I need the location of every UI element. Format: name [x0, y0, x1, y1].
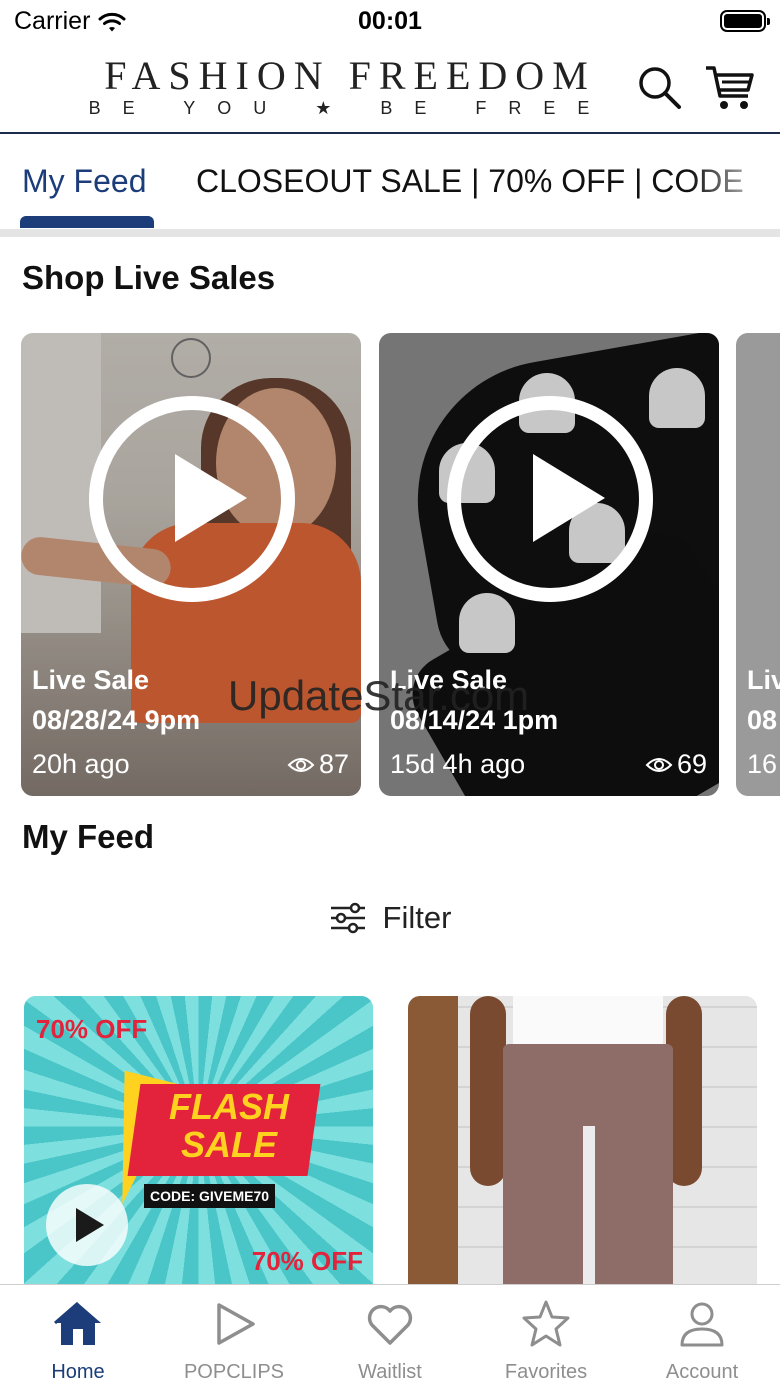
eye-icon: [645, 757, 673, 772]
view-count: 87: [287, 749, 349, 780]
live-sale-ago: 16: [747, 749, 778, 779]
play-icon: [217, 1303, 255, 1345]
play-button[interactable]: [89, 396, 295, 602]
live-sale-date: 08/28/24 9pm: [32, 705, 201, 735]
nav-popclips[interactable]: POPCLIPS: [156, 1285, 312, 1387]
nav-favorites-label: Favorites: [504, 1361, 588, 1383]
live-sale-card-partial[interactable]: Liv 08 16: [736, 333, 780, 796]
search-icon: [639, 67, 681, 109]
filter-button[interactable]: Filter: [0, 896, 780, 940]
shop-live-sales-title: Shop Live Sales: [22, 259, 276, 296]
filter-label: Filter: [382, 900, 452, 935]
my-feed-title: My Feed: [22, 818, 155, 855]
star-icon: [522, 1300, 570, 1347]
logo-title: FASHION FREEDOM: [104, 53, 596, 98]
heart-icon: [367, 1304, 413, 1345]
live-sale-card[interactable]: Live Sale 08/14/24 1pm 15d 4h ago 69: [379, 333, 719, 796]
promo-code: CODE: GIVEME70: [144, 1184, 276, 1208]
watermark-text: UpdateStar.com: [228, 672, 530, 719]
nav-account-label: Account: [665, 1361, 739, 1383]
search-button[interactable]: [634, 62, 684, 112]
nav-favorites[interactable]: Favorites: [468, 1285, 624, 1387]
sliders-icon: [330, 902, 365, 934]
play-icon: [76, 1208, 104, 1242]
flash-sale-text: FLASH SALE: [169, 1086, 289, 1165]
discount-label-bottom: 70% OFF: [251, 1246, 363, 1276]
play-button[interactable]: [447, 396, 653, 602]
tab-closeout-sale[interactable]: CLOSEOUT SALE | 70% OFF | CODE: [196, 162, 744, 200]
person-icon: [680, 1302, 724, 1347]
home-icon: [54, 1301, 101, 1345]
cart-icon: [706, 66, 754, 109]
app-header: FASHION FREEDOM BE YOU ★ BE FREE: [0, 44, 780, 134]
nav-account[interactable]: Account: [624, 1285, 780, 1387]
live-sale-ago: 20h ago: [32, 749, 130, 779]
discount-label-top: 70% OFF: [36, 1014, 148, 1044]
live-sale-date: 08: [747, 705, 778, 735]
feed-card-product[interactable]: [408, 996, 757, 1286]
eye-icon: [287, 757, 315, 772]
nav-home[interactable]: Home: [0, 1285, 156, 1387]
status-bar: Carrier 00:01: [0, 0, 780, 44]
active-tab-indicator: [20, 216, 154, 228]
logo-tagline: BE YOU ★ BE FREE: [88, 98, 612, 118]
nav-waitlist[interactable]: Waitlist: [312, 1285, 468, 1387]
nav-popclips-label: POPCLIPS: [183, 1361, 285, 1383]
live-sale-card[interactable]: Live Sale 08/28/24 9pm 20h ago 87: [21, 333, 361, 796]
top-tabs: My Feed CLOSEOUT SALE | 70% OFF | CODE: [0, 136, 780, 228]
play-icon: [175, 454, 247, 542]
feed-card-flash-sale[interactable]: 70% OFF FLASH SALE CODE: GIVEME70 70% OF…: [24, 996, 373, 1286]
bottom-nav: Home POPCLIPS Waitlist Favorites Account: [0, 1284, 780, 1387]
clock: 00:01: [358, 7, 422, 35]
view-count-value: 69: [676, 749, 707, 779]
tab-my-feed[interactable]: My Feed: [22, 162, 146, 200]
play-icon: [533, 454, 605, 542]
live-sale-label: Liv: [747, 665, 780, 695]
cart-button[interactable]: [704, 62, 754, 112]
view-count-value: 87: [318, 749, 349, 779]
tabs-divider: [0, 229, 780, 237]
brand-logo[interactable]: FASHION FREEDOM BE YOU ★ BE FREE: [0, 54, 700, 119]
live-sale-label: Live Sale: [32, 665, 150, 695]
tabs-fade: [690, 136, 780, 228]
nav-waitlist-label: Waitlist: [358, 1361, 422, 1383]
live-sale-ago: 15d 4h ago: [390, 749, 526, 779]
play-clip-button[interactable]: [46, 1184, 128, 1266]
nav-home-label: Home: [51, 1361, 105, 1383]
view-count: 69: [645, 749, 707, 780]
battery-icon: [720, 10, 770, 32]
